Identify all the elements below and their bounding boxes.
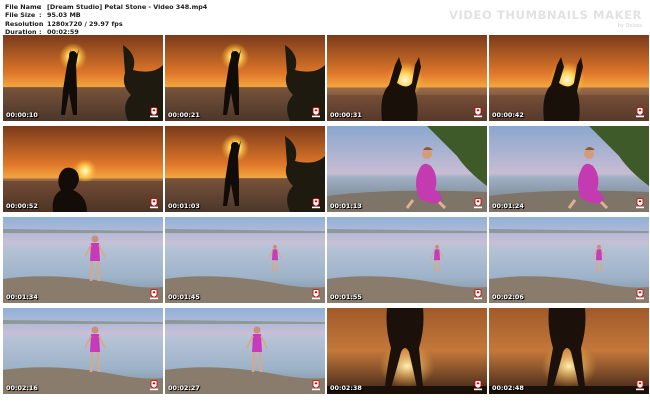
studio-logo-icon	[312, 198, 320, 209]
file-info-value: 1280x720 / 29.97 fps	[47, 19, 123, 28]
studio-logo-icon	[636, 289, 644, 300]
thumbnail-timestamp: 00:01:13	[330, 202, 362, 210]
thumbnail-timestamp: 00:02:16	[6, 384, 38, 392]
thumbnail-timestamp: 00:00:10	[6, 111, 38, 119]
video-thumbnail[interactable]: 00:02:06	[489, 217, 649, 303]
video-thumbnail[interactable]: 00:00:31	[327, 35, 487, 121]
video-thumbnail[interactable]: 00:01:55	[327, 217, 487, 303]
thumbnail-timestamp: 00:00:42	[492, 111, 524, 119]
studio-logo-icon	[150, 198, 158, 209]
thumbnail-frame-image	[327, 308, 487, 394]
video-thumbnail[interactable]: 00:00:42	[489, 35, 649, 121]
thumbnail-frame-image	[165, 35, 325, 121]
thumbnail-frame-image	[3, 35, 163, 121]
thumbnail-timestamp: 00:00:31	[330, 111, 362, 119]
thumbnail-timestamp: 00:01:24	[492, 202, 524, 210]
thumbnail-frame-image	[3, 126, 163, 212]
thumbnail-timestamp: 00:02:06	[492, 293, 524, 301]
file-info-value: 95.03 MB	[47, 11, 81, 20]
video-thumbnail[interactable]: 00:00:21	[165, 35, 325, 121]
studio-logo-icon	[150, 380, 158, 391]
thumbnail-timestamp: 00:01:55	[330, 293, 362, 301]
studio-logo-icon	[474, 380, 482, 391]
studio-logo-icon	[474, 198, 482, 209]
file-info-separator: :	[39, 19, 42, 28]
studio-logo-icon	[636, 380, 644, 391]
thumbnail-frame-image	[489, 35, 649, 121]
thumbnail-frame-image	[3, 308, 163, 394]
video-thumbnail[interactable]: 00:02:27	[165, 308, 325, 394]
thumbnail-frame-image	[327, 126, 487, 212]
file-info-label: Resolution	[5, 19, 44, 28]
studio-logo-icon	[312, 380, 320, 391]
thumbnail-timestamp: 00:00:52	[6, 202, 38, 210]
thumbnail-timestamp: 00:01:03	[168, 202, 200, 210]
video-thumbnail[interactable]: 00:00:52	[3, 126, 163, 212]
file-info-panel: File Name: [Dream Studio] Petal Stone - V…	[5, 3, 207, 37]
video-thumbnail[interactable]: 00:00:10	[3, 35, 163, 121]
thumbnail-frame-image	[489, 308, 649, 394]
thumbnail-timestamp: 00:00:21	[168, 111, 200, 119]
video-thumbnail[interactable]: 00:02:48	[489, 308, 649, 394]
video-thumbnail[interactable]: 00:01:45	[165, 217, 325, 303]
file-info-row: File Size:95.03 MB	[5, 11, 207, 19]
file-info-separator: :	[39, 11, 42, 20]
thumbnail-frame-image	[165, 308, 325, 394]
studio-logo-icon	[150, 107, 158, 118]
thumbnail-frame-image	[165, 217, 325, 303]
brand-watermark: VIDEO THUMBNAILS MAKER by Deloss	[449, 8, 642, 29]
thumbnail-frame-image	[327, 217, 487, 303]
thumbnail-grid: 00:00:10 00:00:21 00:00:31 00:00:42 00:0…	[3, 35, 649, 394]
video-thumbnail[interactable]: 00:02:16	[3, 308, 163, 394]
file-info-label: File Size	[5, 11, 36, 20]
thumbnail-frame-image	[165, 126, 325, 212]
studio-logo-icon	[636, 198, 644, 209]
studio-logo-icon	[312, 107, 320, 118]
studio-logo-icon	[150, 289, 158, 300]
thumbnail-timestamp: 00:02:27	[168, 384, 200, 392]
brand-title: VIDEO THUMBNAILS MAKER	[449, 8, 642, 22]
video-thumbnail[interactable]: 00:02:38	[327, 308, 487, 394]
file-info-label: File Name	[5, 3, 41, 11]
thumbnail-timestamp: 00:01:45	[168, 293, 200, 301]
file-info-value: [Dream Studio] Petal Stone - Video 348.m…	[47, 3, 208, 11]
file-info-separator: :	[39, 3, 42, 11]
brand-subtitle: by Deloss	[617, 23, 642, 29]
thumbnail-timestamp: 00:02:48	[492, 384, 524, 392]
studio-logo-icon	[636, 107, 644, 118]
studio-logo-icon	[474, 107, 482, 118]
video-thumbnail[interactable]: 00:01:24	[489, 126, 649, 212]
video-thumbnail[interactable]: 00:01:13	[327, 126, 487, 212]
video-thumbnail[interactable]: 00:01:03	[165, 126, 325, 212]
file-info-row: Resolution:1280x720 / 29.97 fps	[5, 20, 207, 28]
thumbnail-frame-image	[489, 217, 649, 303]
thumbnail-frame-image	[3, 217, 163, 303]
file-info-row: File Name: [Dream Studio] Petal Stone - V…	[5, 3, 207, 11]
thumbnail-timestamp: 00:02:38	[330, 384, 362, 392]
video-thumbnail[interactable]: 00:01:34	[3, 217, 163, 303]
thumbnail-frame-image	[489, 126, 649, 212]
studio-logo-icon	[312, 289, 320, 300]
thumbnail-frame-image	[327, 35, 487, 121]
thumbnail-timestamp: 00:01:34	[6, 293, 38, 301]
studio-logo-icon	[474, 289, 482, 300]
